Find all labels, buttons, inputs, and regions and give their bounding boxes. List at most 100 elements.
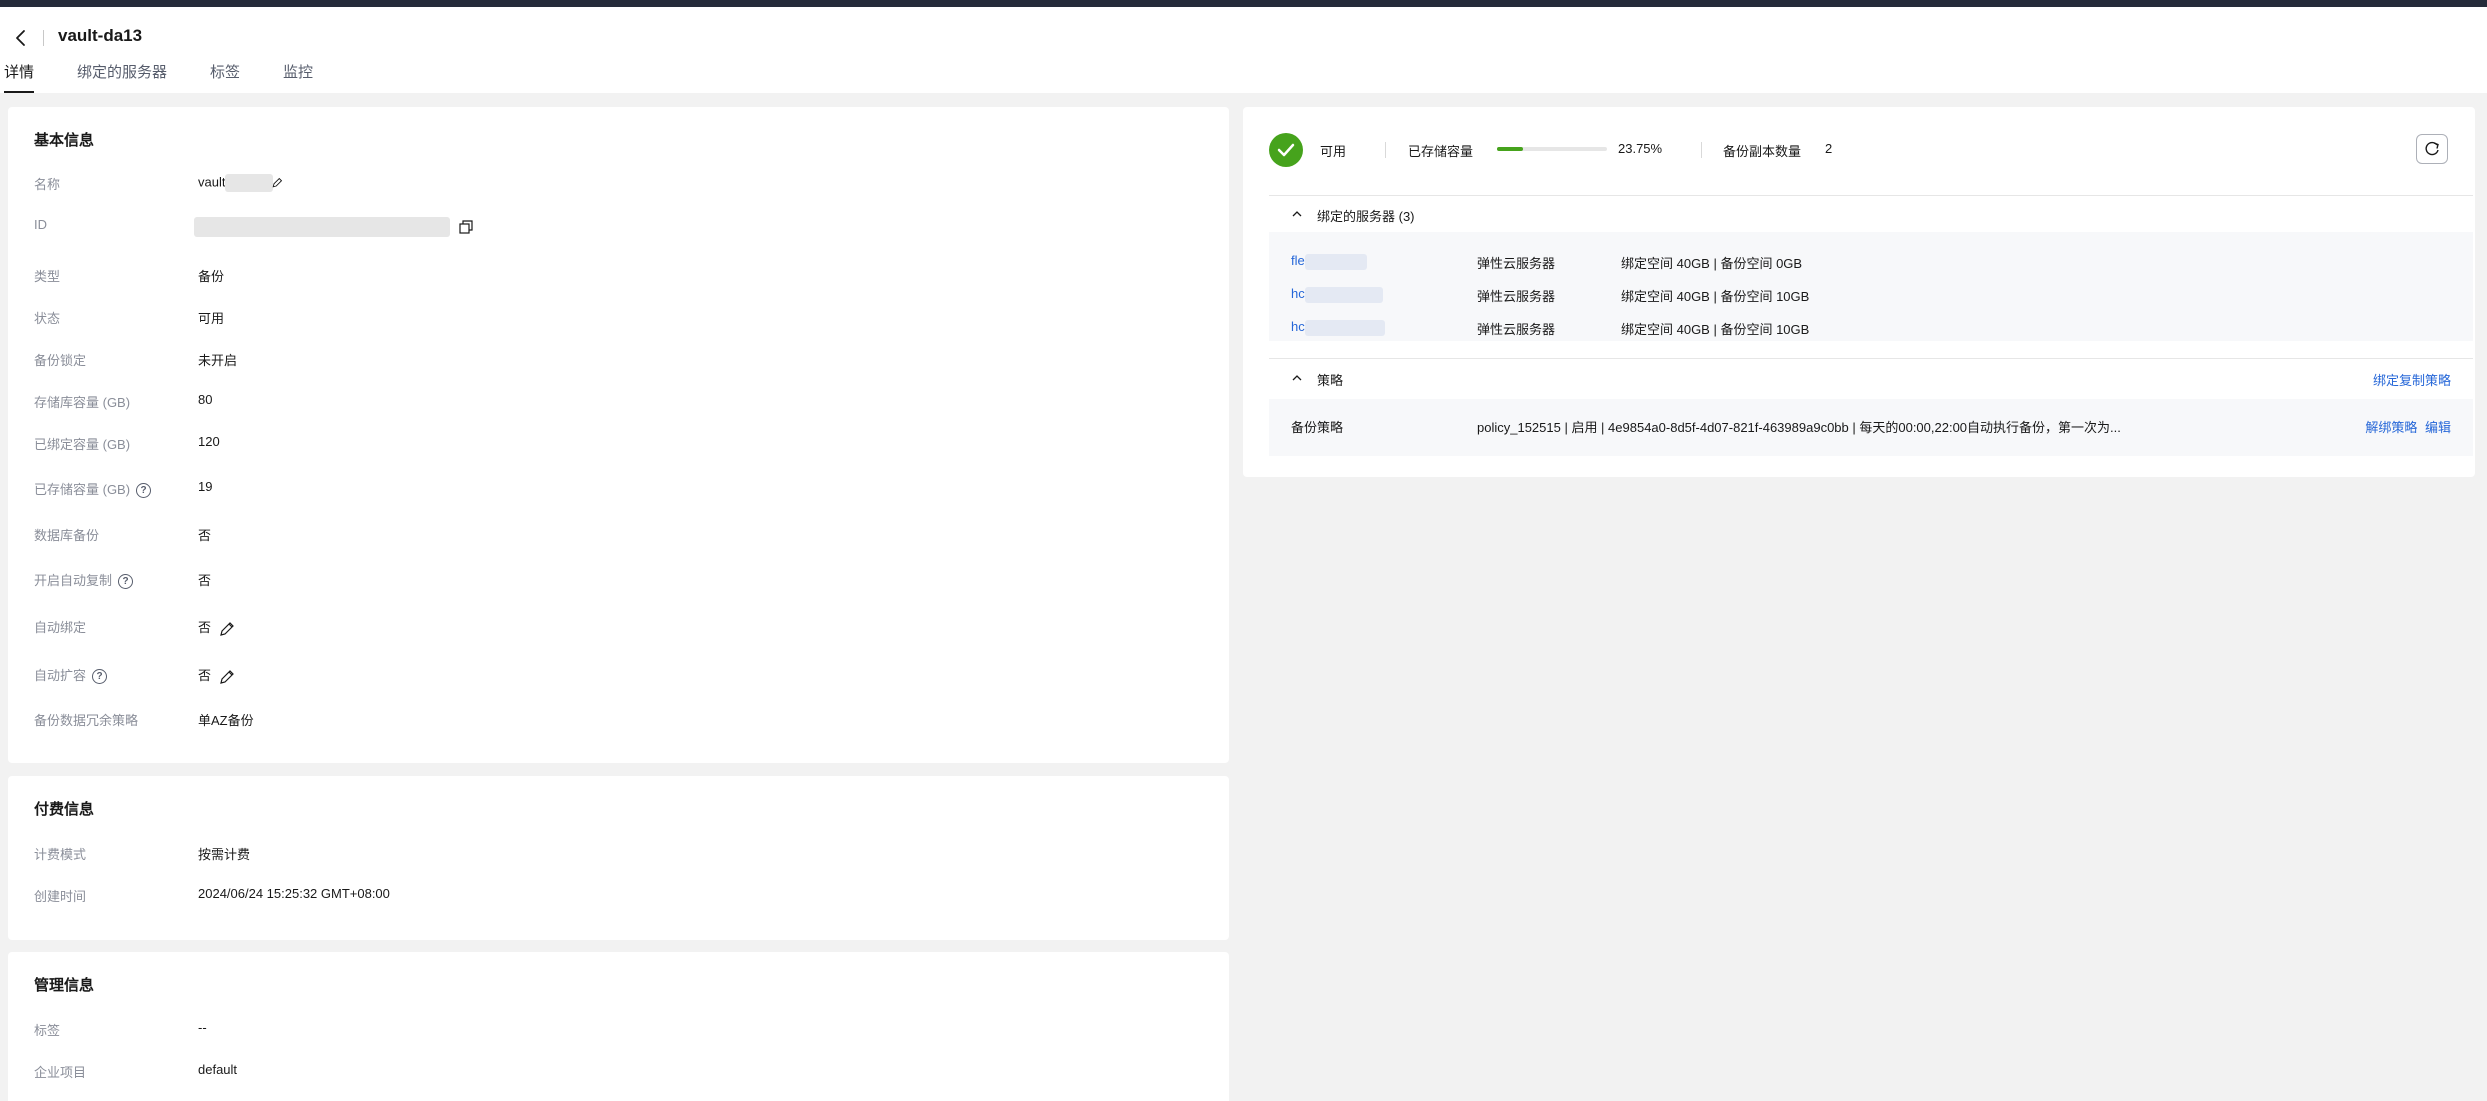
tab-tags[interactable]: 标签 [210,63,240,93]
bind-replication-policy-link[interactable]: 绑定复制策略 [2373,370,2451,389]
server-name: fle [1291,253,1367,270]
masked-server-name [1304,319,1385,336]
edit-auto-bind-icon[interactable] [219,621,235,637]
basic-info-title: 基本信息 [34,132,95,149]
status-available-icon [1269,133,1303,167]
row-value: 否 [198,528,212,543]
row-value: 否 [198,617,235,637]
unbind-policy-link[interactable]: 解绑策略 [2365,420,2417,435]
check-icon [1277,143,1295,157]
edit-auto-expand-icon[interactable] [219,669,235,685]
row-value: 备份 [198,269,225,284]
storage-progress-fill [1497,147,1524,151]
row-value: -- [198,1020,207,1035]
row-label: 企业项目 [34,1065,87,1080]
row-label: 存储库容量 (GB) [34,395,131,410]
replica-count-link[interactable]: 2 [1825,141,1832,156]
management-info-card: 管理信息 标签 -- 企业项目 default [8,952,1229,1101]
row-label: 名称 [34,177,61,192]
info-row-backup-lock: 备份锁定 未开启 [34,350,1214,370]
row-label: 已绑定容量 (GB) [34,437,131,452]
info-row-auto-bind: 自动绑定 否 [34,617,1214,637]
tab-bar: 详情 绑定的服务器 标签 监控 [4,63,356,93]
status-text: 可用 [1320,144,1347,159]
row-value: vault [198,174,283,192]
server-row: hc 弹性云服务器 绑定空间 40GB | 备份空间 10GB [1269,286,2473,306]
row-label: 开启自动复制? [34,570,134,590]
bound-servers-title: 绑定的服务器 (3) [1317,209,1415,224]
row-label: 自动绑定 [34,620,87,635]
policy-list: 备份策略 policy_152515 | 启用 | 4e9854a0-8d5f-… [1269,399,2473,456]
row-value: 按需计费 [198,847,251,862]
vault-name-value: vault [198,174,226,190]
row-label: 状态 [34,311,61,326]
info-row-id: ID [34,217,1214,237]
divider [1385,142,1386,158]
info-row-auto-expand: 自动扩容? 否 [34,665,1214,685]
stored-capacity-label: 已存储容量 (GB) [34,482,131,497]
row-value: 未开启 [198,353,238,368]
info-row-auto-replication: 开启自动复制? 否 [34,570,1214,590]
server-row: fle 弹性云服务器 绑定空间 40GB | 备份空间 0GB [1269,253,2473,273]
row-label: 创建时间 [34,889,87,904]
row-label: 自动扩容? [34,665,108,685]
row-label: 类型 [34,269,61,284]
row-label: 备份数据冗余策略 [34,713,139,728]
row-label: 数据库备份 [34,528,100,543]
info-row-bound-capacity: 已绑定容量 (GB) 120 [34,434,1214,454]
info-row-stored-capacity: 已存储容量 (GB)? 19 [34,479,1214,499]
auto-expand-label: 自动扩容 [34,668,87,683]
help-icon[interactable]: ? [136,483,152,499]
row-label: 标签 [34,1023,61,1038]
bound-servers-section-header[interactable]: 绑定的服务器 (3) [1269,196,2473,232]
row-value: 否 [198,573,212,588]
tab-monitoring[interactable]: 监控 [283,63,313,93]
info-row-vault-capacity: 存储库容量 (GB) 80 [34,392,1214,412]
tab-details[interactable]: 详情 [4,63,35,93]
tab-bound-servers[interactable]: 绑定的服务器 [77,63,167,93]
info-row-redundancy: 备份数据冗余策略 单AZ备份 [34,710,1214,730]
enterprise-project-link[interactable]: default [198,1062,237,1077]
server-link[interactable]: hc [1291,286,1305,301]
row-value: 可用 [198,311,225,326]
row-value: 单AZ备份 [198,713,254,728]
summary-card: 可用 已存储容量 23.75% 备份副本数量 2 绑定的服务器 (3) fle … [1243,107,2475,477]
row-label: 计费模式 [34,847,87,862]
row-label: ID [34,217,47,232]
auto-replication-label: 开启自动复制 [34,573,113,588]
storage-label: 已存储容量 [1408,144,1474,159]
top-bar [0,0,2487,7]
row-value: 120 [198,434,220,449]
server-link[interactable]: fle [1291,253,1305,268]
server-type: 弹性云服务器 [1477,256,1556,271]
chevron-up-icon[interactable] [1291,208,1303,220]
policy-actions: 解绑策略 编辑 [2365,417,2451,436]
row-label: 备份锁定 [34,353,87,368]
refresh-button[interactable] [2416,134,2448,164]
info-row-created-time: 创建时间 2024/06/24 15:25:32 GMT+08:00 [34,886,1214,906]
auto-bind-value: 否 [198,620,212,635]
page-title: vault-da13 [58,26,143,45]
divider [1701,142,1702,158]
row-value [194,217,474,237]
row-label: 已存储容量 (GB)? [34,479,152,499]
policy-title: 策略 [1317,373,1344,388]
back-arrow-icon[interactable] [10,27,32,49]
server-link[interactable]: hc [1291,319,1305,334]
masked-name [225,174,274,192]
row-value: 2024/06/24 15:25:32 GMT+08:00 [198,886,390,901]
server-detail: 绑定空间 40GB | 备份空间 0GB [1621,256,1803,271]
chevron-up-icon[interactable] [1291,372,1303,384]
server-type: 弹性云服务器 [1477,322,1556,337]
edit-name-icon[interactable] [271,176,283,190]
help-icon[interactable]: ? [92,669,108,685]
copy-icon[interactable] [458,219,474,235]
policy-section-header[interactable]: 策略 绑定复制策略 [1269,360,2473,396]
edit-policy-link[interactable]: 编辑 [2425,420,2451,435]
billing-info-title: 付费信息 [34,801,95,818]
basic-info-card: 基本信息 名称 vault ID 类型 备份 状态 可用 备份锁定 未开启 存储… [8,107,1229,763]
server-name: hc [1291,286,1383,303]
row-value: 否 [198,665,235,685]
info-row-name: 名称 vault [34,174,1214,194]
help-icon[interactable]: ? [118,574,134,590]
